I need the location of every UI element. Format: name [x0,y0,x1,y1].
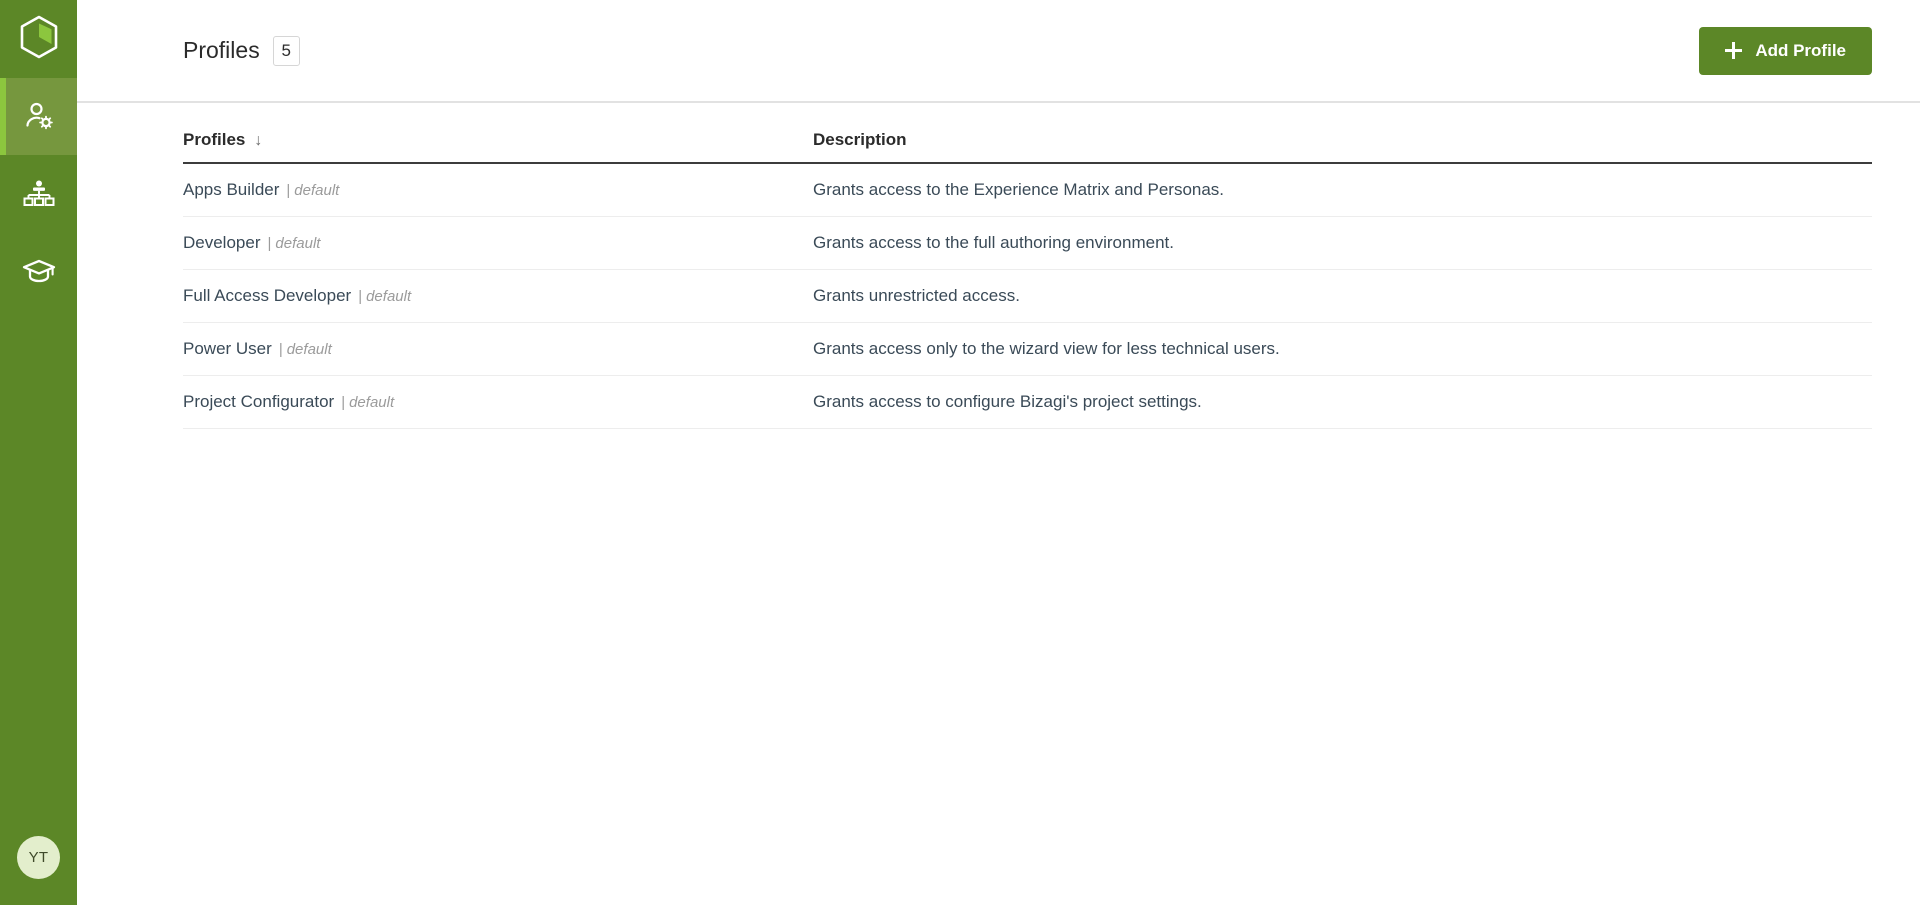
sidebar: YT [0,0,77,905]
profiles-table-body: Apps Builder | default Grants access to th… [183,163,1872,429]
column-header-description-label: Description [813,130,907,149]
table-row[interactable]: Full Access Developer | default Grants unr… [183,269,1872,323]
add-profile-button[interactable]: Add Profile [1699,26,1872,75]
separator-bar: | [341,394,346,411]
bizagi-hexagon-logo-icon [19,15,59,64]
sidebar-item-organization[interactable] [0,155,77,232]
profiles-count-badge: 5 [272,35,300,66]
sidebar-item-learning[interactable] [0,232,77,309]
profile-description-cell: Grants access only to the wizard view fo… [813,322,1872,376]
table-row[interactable]: Apps Builder | default Grants access to th… [183,163,1872,217]
profile-name-cell[interactable]: Power User | default [183,322,813,376]
org-chart-icon [22,177,56,211]
profile-name-cell[interactable]: Developer | default [183,216,813,270]
profile-name: Full Access Developer [183,286,352,305]
app-root: YT Profiles 5 Add Profile Profiles ↓ Des… [0,0,1920,905]
profile-name-cell[interactable]: Full Access Developer | default [183,269,813,323]
add-profile-button-label: Add Profile [1755,40,1846,60]
page-title: Profiles [183,37,260,63]
table-row[interactable]: Power User | default Grants access only to… [183,322,1872,376]
profile-default-tag: | default [286,182,339,199]
profile-default-label: default [286,341,332,358]
graduation-cap-icon [21,254,57,288]
profiles-table-head: Profiles ↓ Description [183,103,1872,164]
profiles-content: Profiles ↓ Description Apps Builder | defau… [77,103,1920,905]
profile-description-cell: Grants access to configure Bizagi's proj… [813,375,1872,429]
user-account[interactable]: YT [0,809,77,905]
column-header-profiles[interactable]: Profiles ↓ [183,103,813,164]
separator-bar: | [267,235,272,252]
profile-default-tag: | default [268,235,321,252]
profile-name: Project Configurator [183,392,335,411]
profile-description-cell: Grants access to the full authoring envi… [813,216,1872,270]
profile-default-label: default [275,235,321,252]
column-header-profiles-label: Profiles [183,130,246,149]
profile-description-cell: Grants unrestricted access. [813,269,1872,323]
profile-default-tag: | default [341,394,394,411]
main-area: Profiles 5 Add Profile Profiles ↓ Descrip… [77,0,1920,905]
sidebar-item-profiles[interactable] [0,78,77,155]
profile-name: Power User [183,339,272,358]
profile-default-label: default [366,288,412,305]
profile-name: Apps Builder [183,180,280,199]
page-header: Profiles 5 Add Profile [77,0,1920,103]
separator-bar: | [286,182,291,199]
plus-icon [1725,42,1743,59]
profile-default-label: default [349,394,395,411]
avatar[interactable]: YT [17,835,60,879]
profile-name: Developer [183,233,261,252]
profile-name-cell[interactable]: Project Configurator | default [183,375,813,429]
profile-default-tag: | default [358,288,411,305]
separator-bar: | [358,288,363,305]
profiles-table: Profiles ↓ Description Apps Builder | defau… [183,103,1872,429]
profile-default-label: default [294,182,340,199]
user-settings-icon [22,100,56,134]
separator-bar: | [278,341,283,358]
app-logo[interactable] [0,0,77,78]
profile-name-cell[interactable]: Apps Builder | default [183,163,813,217]
table-row[interactable]: Developer | default Grants access to the f… [183,216,1872,270]
column-header-description[interactable]: Description [813,103,1872,164]
table-header-row: Profiles ↓ Description [183,103,1872,164]
arrow-down-icon[interactable]: ↓ [254,132,262,150]
table-row[interactable]: Project Configurator | default Grants acce… [183,375,1872,429]
profile-default-tag: | default [279,341,332,358]
profile-description-cell: Grants access to the Experience Matrix a… [813,163,1872,217]
